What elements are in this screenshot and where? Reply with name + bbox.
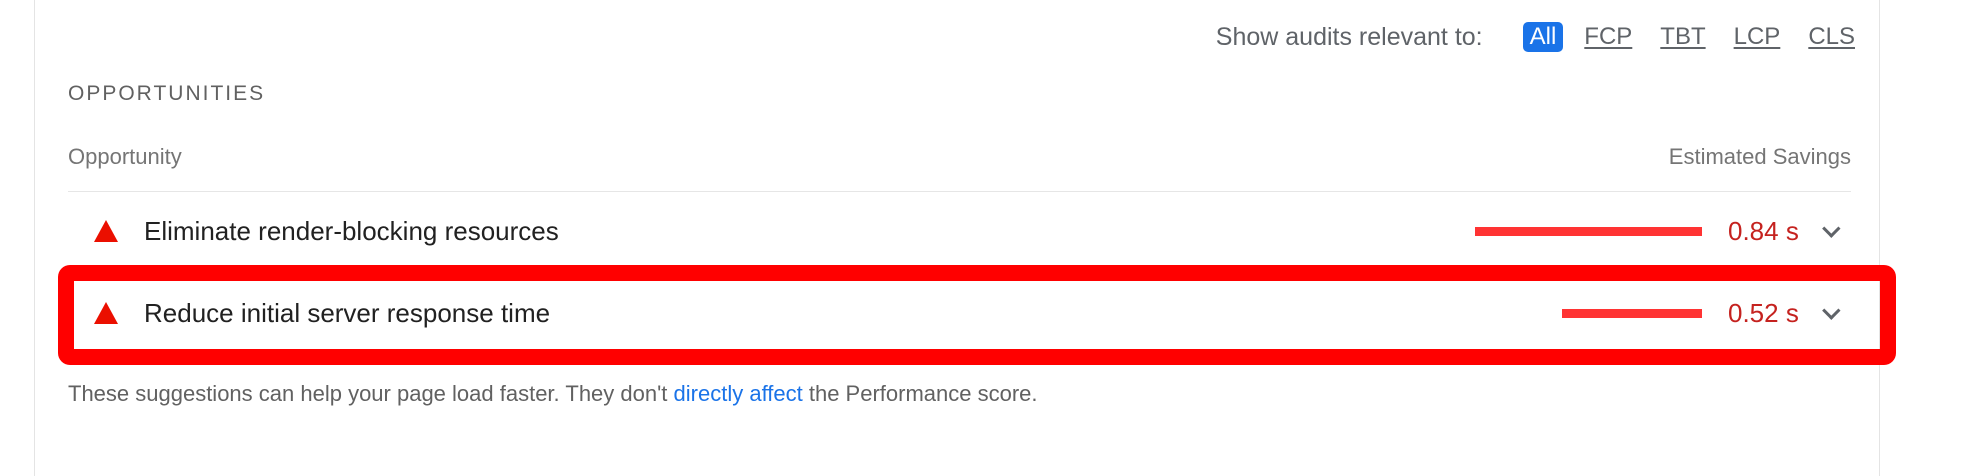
filter-chip-fcp[interactable]: FCP [1577,22,1639,52]
savings-bar-track [1432,308,1702,318]
column-header-opportunity: Opportunity [68,144,182,169]
savings-value: 0.52 s [1728,297,1799,328]
directly-affect-link[interactable]: directly affect [674,381,803,406]
opportunity-title: Eliminate render-blocking resources [144,215,559,246]
chevron-down-icon[interactable] [1822,218,1841,238]
audit-filter-bar: Show audits relevant to: All FCP TBT LCP… [1216,20,1862,54]
fail-triangle-icon [94,220,118,242]
footnote: These suggestions can help your page loa… [68,381,1038,407]
savings-bar-track [1432,226,1702,236]
column-header-estimated-savings: Estimated Savings [1668,144,1851,169]
section-title: OPPORTUNITIES [68,82,266,105]
chevron-down-icon[interactable] [1822,300,1841,320]
filter-chip-cls[interactable]: CLS [1801,22,1862,52]
savings-value: 0.84 s [1728,215,1799,246]
opportunity-row-server-response[interactable]: Reduce initial server response time 0.52… [68,283,1851,343]
opportunity-row-render-blocking[interactable]: Eliminate render-blocking resources 0.84… [68,201,1851,261]
table-header: Opportunity Estimated Savings [68,144,1851,170]
fail-triangle-icon [94,302,118,324]
header-divider [68,191,1851,192]
footnote-text-after: the Performance score. [802,381,1038,406]
savings-bar [1562,308,1702,318]
savings-bar [1475,226,1702,236]
filter-chip-tbt[interactable]: TBT [1653,22,1712,52]
opportunity-title: Reduce initial server response time [144,297,551,328]
filter-chip-all[interactable]: All [1522,22,1564,52]
filter-chip-lcp[interactable]: LCP [1727,22,1788,52]
footnote-text-before: These suggestions can help your page loa… [68,381,674,406]
filter-label: Show audits relevant to: [1215,22,1483,51]
